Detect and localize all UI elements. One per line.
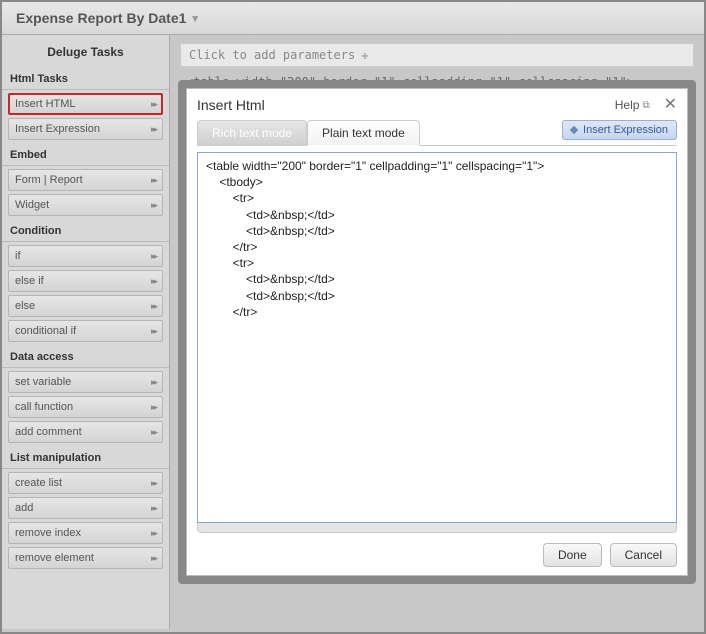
dialog-overlay: Insert Html Help ⧉ ✕ Rich text mode Plai…: [178, 80, 696, 584]
page-header: Expense Report By Date1 ▾: [2, 2, 704, 35]
page-title: Expense Report By Date1: [16, 10, 186, 26]
arrow-icon: ▸▸: [151, 301, 156, 312]
arrow-icon: ▸▸: [151, 427, 156, 438]
dialog-title: Insert Html: [197, 97, 265, 113]
task-form-report[interactable]: Form | Report▸▸: [8, 169, 163, 191]
section-head-html: Html Tasks: [2, 67, 169, 90]
chevron-down-icon[interactable]: ▾: [192, 12, 198, 25]
tab-plain-text[interactable]: Plain text mode: [307, 120, 420, 146]
task-conditional-if[interactable]: conditional if▸▸: [8, 320, 163, 342]
arrow-icon: ▸▸: [151, 402, 156, 413]
arrow-icon: ▸▸: [151, 528, 156, 539]
sidebar-title: Deluge Tasks: [2, 39, 169, 67]
arrow-icon: ▸▸: [151, 478, 156, 489]
task-add-comment[interactable]: add comment▸▸: [8, 421, 163, 443]
section-head-condition: Condition: [2, 219, 169, 242]
tab-row: Rich text mode Plain text mode Insert Ex…: [197, 119, 677, 146]
task-remove-index[interactable]: remove index▸▸: [8, 522, 163, 544]
task-insert-html[interactable]: Insert HTML▸▸: [8, 93, 163, 115]
task-add[interactable]: add▸▸: [8, 497, 163, 519]
section-head-embed: Embed: [2, 143, 169, 166]
insert-expression-button[interactable]: Insert Expression: [562, 120, 677, 140]
section-head-data-access: Data access: [2, 345, 169, 368]
diamond-icon: [570, 126, 578, 134]
done-button[interactable]: Done: [543, 543, 602, 567]
arrow-icon: ▸▸: [151, 200, 156, 211]
param-bar[interactable]: Click to add parameters ✚: [180, 43, 694, 67]
arrow-icon: ▸▸: [151, 377, 156, 388]
param-placeholder: Click to add parameters: [189, 48, 355, 62]
task-else-if[interactable]: else if▸▸: [8, 270, 163, 292]
task-insert-expression[interactable]: Insert Expression▸▸: [8, 118, 163, 140]
task-create-list[interactable]: create list▸▸: [8, 472, 163, 494]
tab-rich-text[interactable]: Rich text mode: [197, 120, 307, 146]
arrow-icon: ▸▸: [151, 124, 156, 135]
external-link-icon: ⧉: [642, 100, 649, 111]
task-set-variable[interactable]: set variable▸▸: [8, 371, 163, 393]
close-icon[interactable]: ✕: [664, 97, 677, 113]
arrow-icon: ▸▸: [151, 553, 156, 564]
sidebar: Deluge Tasks Html Tasks Insert HTML▸▸ In…: [2, 35, 170, 629]
task-widget[interactable]: Widget▸▸: [8, 194, 163, 216]
arrow-icon: ▸▸: [151, 503, 156, 514]
arrow-icon: ▸▸: [151, 99, 156, 110]
task-remove-element[interactable]: remove element▸▸: [8, 547, 163, 569]
arrow-icon: ▸▸: [151, 175, 156, 186]
html-editor[interactable]: [197, 152, 677, 523]
task-else[interactable]: else▸▸: [8, 295, 163, 317]
insert-html-dialog: Insert Html Help ⧉ ✕ Rich text mode Plai…: [186, 88, 688, 576]
scrollbar-horizontal[interactable]: [197, 523, 677, 533]
cancel-button[interactable]: Cancel: [610, 543, 677, 567]
task-if[interactable]: if▸▸: [8, 245, 163, 267]
help-link[interactable]: Help ⧉: [615, 98, 650, 112]
arrow-icon: ▸▸: [151, 251, 156, 262]
arrow-icon: ▸▸: [151, 276, 156, 287]
plus-icon[interactable]: ✚: [361, 48, 368, 62]
arrow-icon: ▸▸: [151, 326, 156, 337]
task-call-function[interactable]: call function▸▸: [8, 396, 163, 418]
section-head-list-manip: List manipulation: [2, 446, 169, 469]
